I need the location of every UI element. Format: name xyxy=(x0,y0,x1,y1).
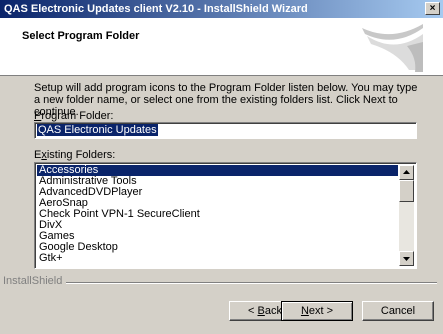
existing-folders-label: Existing Folders: xyxy=(34,149,116,161)
title-bar[interactable]: QAS Electronic Updates client V2.10 - In… xyxy=(0,0,443,18)
scroll-down-button[interactable] xyxy=(399,251,414,266)
existing-folders-list[interactable]: Accessories Administrative Tools Advance… xyxy=(34,162,417,269)
scroll-thumb[interactable] xyxy=(399,180,414,202)
separator-rule xyxy=(66,282,437,284)
next-button[interactable]: Next > xyxy=(281,301,353,321)
installshield-brand: InstallShield xyxy=(3,275,63,287)
footer-separator: InstallShield xyxy=(0,275,443,287)
close-icon: × xyxy=(429,3,436,14)
scroll-up-button[interactable] xyxy=(399,165,414,180)
list-item[interactable]: Google Desktop xyxy=(37,242,398,253)
installshield-wizard-window: QAS Electronic Updates client V2.10 - In… xyxy=(0,0,443,334)
list-item[interactable]: Check Point VPN-1 SecureClient xyxy=(37,209,398,220)
window-title: QAS Electronic Updates client V2.10 - In… xyxy=(4,3,308,15)
page-title: Select Program Folder xyxy=(22,30,140,42)
installshield-graphic-icon xyxy=(362,24,423,72)
arrow-up-icon xyxy=(403,170,410,174)
list-item[interactable]: Gtk+ xyxy=(37,253,398,264)
list-item[interactable]: DivX xyxy=(37,220,398,231)
close-button[interactable]: × xyxy=(425,2,440,15)
program-folder-input[interactable]: QAS Electronic Updates xyxy=(34,122,417,139)
program-folder-label: Program Folder: xyxy=(34,110,114,122)
vertical-scrollbar[interactable] xyxy=(399,165,414,266)
wizard-body: Setup will add program icons to the Prog… xyxy=(0,76,443,296)
wizard-header: Select Program Folder xyxy=(0,18,443,76)
cancel-button[interactable]: Cancel xyxy=(362,301,434,321)
program-folder-value: QAS Electronic Updates xyxy=(37,124,158,136)
arrow-down-icon xyxy=(403,257,410,261)
list-item[interactable]: AdvancedDVDPlayer xyxy=(37,187,398,198)
